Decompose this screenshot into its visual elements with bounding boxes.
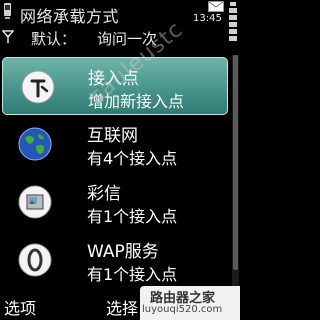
watermark-line-2: luyouqi520.com [142, 304, 223, 315]
list-item-mms[interactable]: 彩信 有1个接入点 [0, 173, 230, 231]
scroll-thumb[interactable] [233, 55, 238, 270]
antenna-icon [2, 30, 14, 43]
item-title: WAP服务 [87, 242, 159, 262]
access-point-icon [21, 70, 55, 104]
scrollbar[interactable] [232, 55, 239, 290]
envelope-icon [208, 1, 224, 12]
site-watermark: 路由器之家 luyouqi520.com [140, 286, 240, 320]
item-subtitle: 有4个接入点 [87, 149, 178, 168]
default-label: 默认： [31, 30, 77, 48]
select-softkey[interactable]: 选择 [106, 295, 138, 319]
item-title: 彩信 [87, 184, 121, 204]
list-item-wap[interactable]: WAP服务 有1个接入点 [0, 231, 230, 289]
screen: 网络承载方式 默认： 询问一次 13:45 接入点 增加新接入点 互联网 有4个… [0, 0, 240, 320]
title-bar: 网络承载方式 默认： 询问一次 13:45 [0, 0, 240, 52]
list-item-internet[interactable]: 互联网 有4个接入点 [0, 115, 230, 173]
clock: 13:45 [193, 13, 222, 24]
battery-icon [229, 2, 237, 41]
wap-icon [18, 243, 52, 277]
item-title: 互联网 [87, 126, 138, 146]
page-title: 网络承载方式 [20, 7, 120, 26]
options-softkey[interactable]: 选项 [4, 295, 36, 319]
globe-icon [18, 127, 52, 161]
default-row: 默认： 询问一次 [0, 26, 240, 50]
item-subtitle: 有1个接入点 [87, 207, 178, 226]
item-subtitle: 有1个接入点 [87, 265, 178, 284]
mms-icon [18, 185, 52, 219]
connectivity-app-icon [4, 3, 11, 19]
